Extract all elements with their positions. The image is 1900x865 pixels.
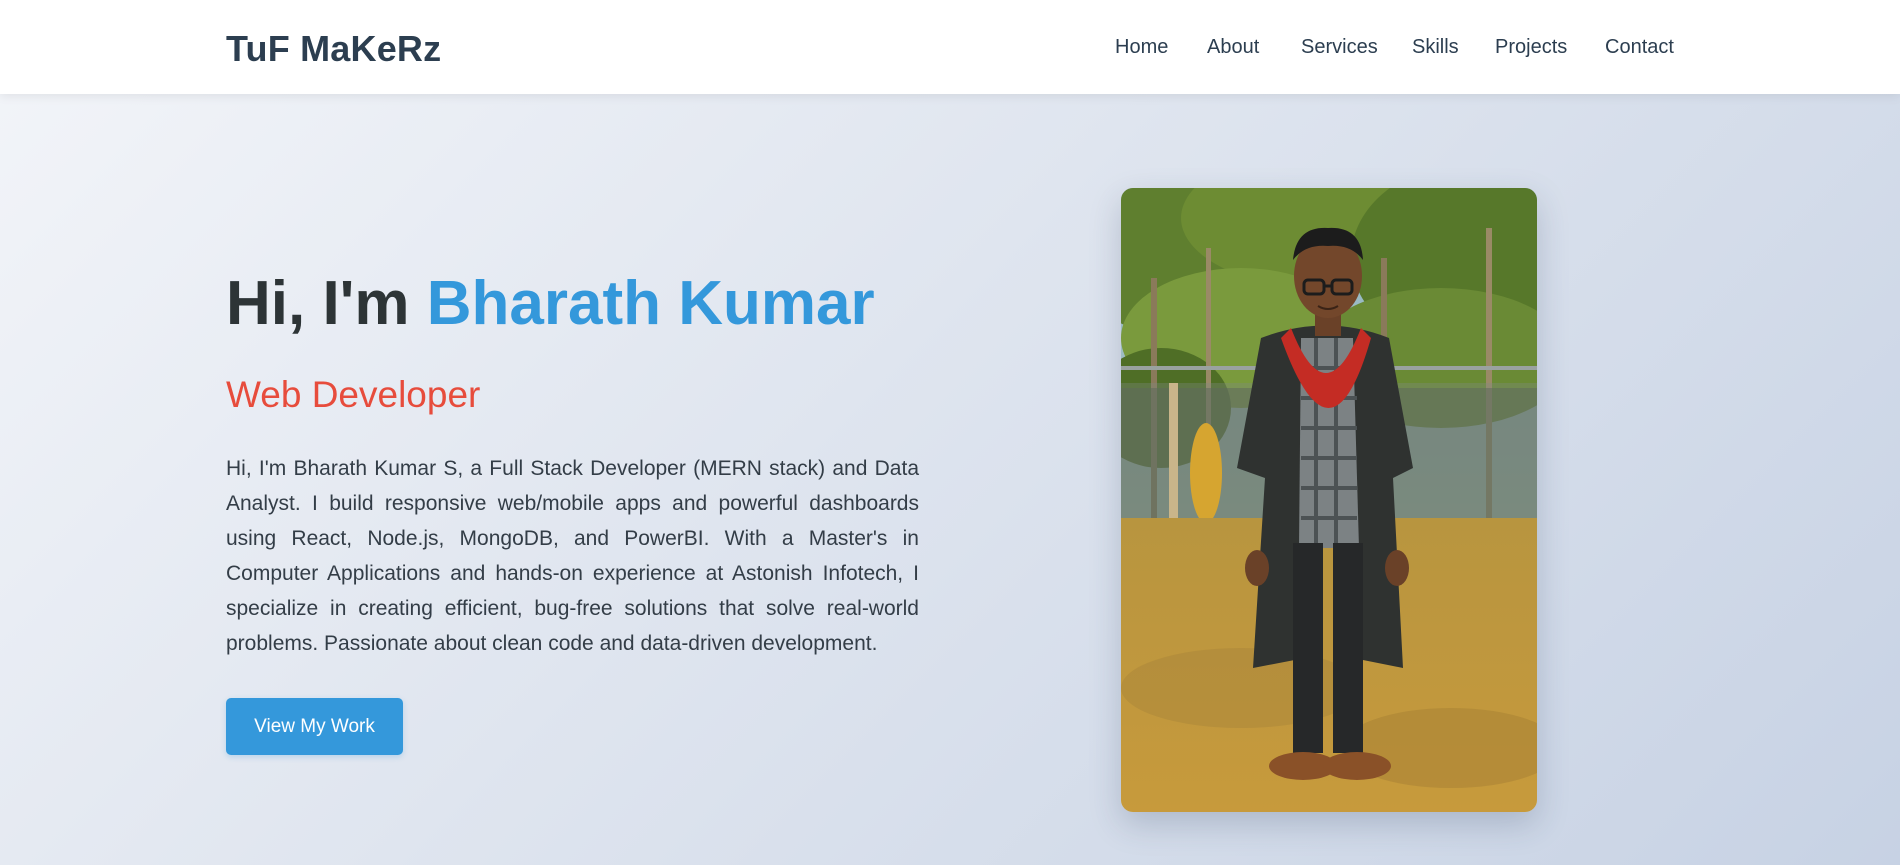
nav-menu: Home About Services Skills Projects Cont… (0, 36, 1900, 62)
nav-link-about[interactable]: About (1207, 36, 1259, 59)
nav-link-home[interactable]: Home (1115, 36, 1168, 59)
nav-link-projects[interactable]: Projects (1495, 36, 1567, 59)
hero-heading: Hi, I'm Bharath Kumar (226, 268, 875, 339)
hero-greeting: Hi, I'm (226, 269, 427, 338)
nav-link-skills[interactable]: Skills (1412, 36, 1459, 59)
profile-portrait (1121, 188, 1537, 812)
graduate-portrait-illustration (1121, 188, 1537, 812)
hero-name: Bharath Kumar (426, 269, 875, 338)
hero-bio: Hi, I'm Bharath Kumar S, a Full Stack De… (226, 457, 919, 655)
navbar: TuF MaKeRz Home About Services Skills Pr… (0, 0, 1900, 94)
hero-role: Web Developer (226, 374, 481, 415)
view-my-work-button[interactable]: View My Work (226, 698, 403, 755)
nav-link-contact[interactable]: Contact (1605, 36, 1674, 59)
nav-link-services[interactable]: Services (1301, 36, 1378, 59)
